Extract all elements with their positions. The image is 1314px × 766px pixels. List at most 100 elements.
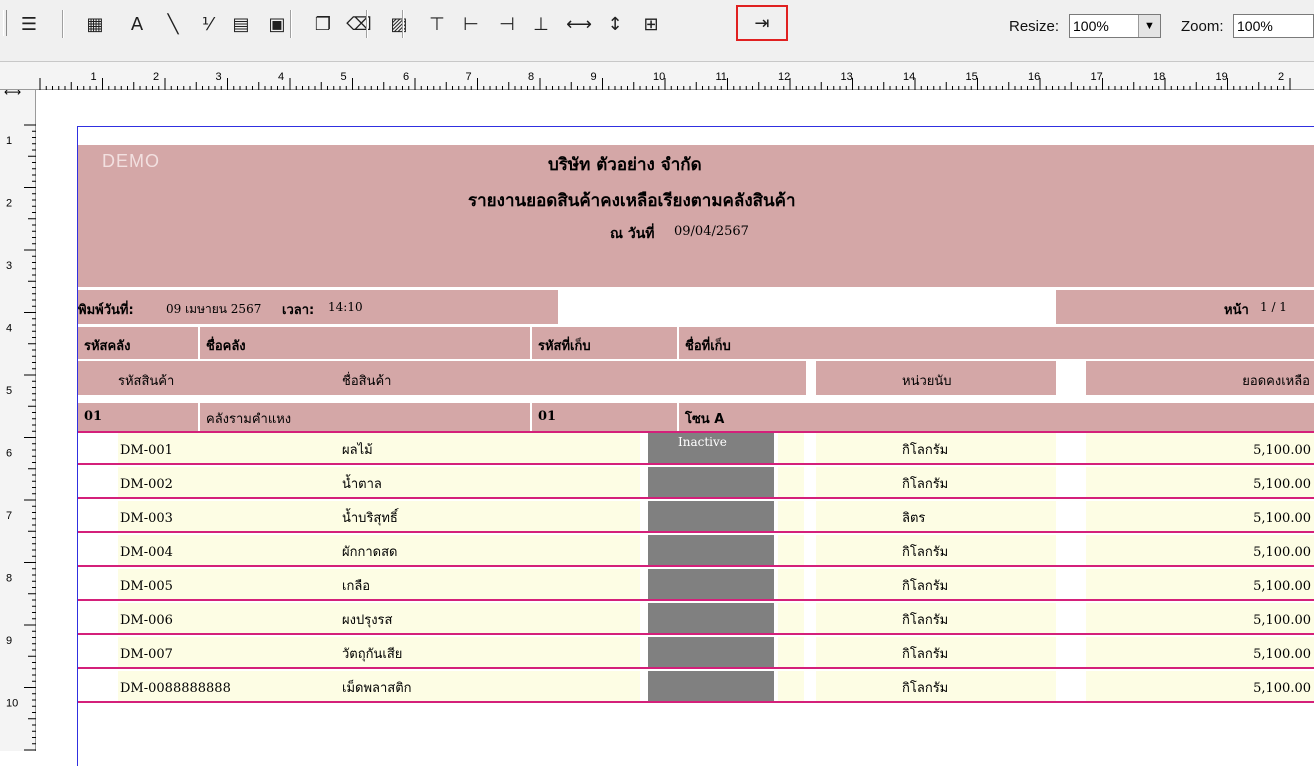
align-right-button[interactable]: ⊣ bbox=[492, 10, 522, 38]
database-field-button[interactable]: ▤ bbox=[226, 10, 256, 38]
row-status-box[interactable] bbox=[648, 501, 774, 531]
row-product-name: ผักกาดสด bbox=[342, 545, 398, 560]
text-button[interactable]: A bbox=[122, 10, 152, 38]
copy-button[interactable]: ❐ bbox=[308, 10, 338, 38]
as-of-band[interactable]: ณ วันที่ 09/04/2567 bbox=[78, 215, 1314, 249]
row-gap-bg bbox=[778, 569, 804, 599]
header-warehouse-name[interactable]: ชื่อคลัง bbox=[200, 327, 530, 359]
table-button[interactable]: ▦ bbox=[80, 10, 110, 38]
empty-cell[interactable] bbox=[562, 290, 1052, 324]
image-icon: ▣ bbox=[268, 13, 286, 35]
ruler-number: 13 bbox=[841, 71, 853, 83]
header-warehouse-code[interactable]: รหัสคลัง bbox=[78, 327, 198, 359]
row-unit: กิโลกรัม bbox=[902, 443, 949, 458]
copy-icon: ❐ bbox=[314, 13, 332, 35]
eraser-button[interactable]: ⌫ bbox=[344, 10, 374, 38]
table-icon: ▦ bbox=[86, 13, 104, 35]
header-gap-1 bbox=[806, 361, 816, 395]
header-location-code[interactable]: รหัสที่เก็บ bbox=[532, 327, 677, 359]
company-band[interactable]: DEMO บริษัท ตัวอย่าง จำกัด bbox=[78, 145, 1314, 181]
toolbar-separator bbox=[402, 10, 404, 38]
same-width-icon: ⟷ bbox=[566, 13, 592, 35]
header-warehouse-name-label: ชื่อคลัง bbox=[206, 339, 246, 354]
row-status-box[interactable] bbox=[648, 569, 774, 599]
exit-button[interactable]: ⇥ bbox=[736, 5, 788, 41]
header-location-name[interactable]: ชื่อที่เก็บ bbox=[679, 327, 1314, 359]
designer-toolbar: ☰ ▦ A ╲ ⅟ ▤ ▣ ❐ ⌫ ▨ ⊤ ⊢ ⊣ ⊥ ⟷ ↕ ⊞ ⇥ Resize: 100% ▼ Zoom: … bbox=[0, 0, 1314, 62]
row-status-box[interactable] bbox=[648, 467, 774, 497]
vertical-ruler[interactable]: 1 2 3 4 5 6 7 8 9 10 ⟷ bbox=[0, 90, 36, 751]
line-button[interactable]: ╲ bbox=[158, 10, 188, 38]
row-status-box[interactable] bbox=[648, 671, 774, 701]
demo-watermark: DEMO bbox=[102, 151, 160, 171]
row-balance: 5,100.00 bbox=[1253, 477, 1311, 492]
row-balance: 5,100.00 bbox=[1253, 545, 1311, 560]
resize-combo[interactable]: 100% ▼ bbox=[1069, 14, 1161, 38]
ruler-number: 2 bbox=[6, 198, 12, 210]
group-location-name[interactable]: โซน A bbox=[679, 403, 1314, 431]
row-balance: 5,100.00 bbox=[1253, 647, 1311, 662]
row-balance: 5,100.00 bbox=[1253, 681, 1311, 696]
row-balance: 5,100.00 bbox=[1253, 443, 1311, 458]
group-warehouse-code-text: 01 bbox=[84, 409, 103, 424]
print-time-value: 14:10 bbox=[328, 300, 363, 314]
row-product-bg[interactable] bbox=[118, 569, 640, 599]
row-line bbox=[78, 599, 1314, 601]
image-button[interactable]: ▣ bbox=[262, 10, 292, 38]
line-icon: ╲ bbox=[167, 13, 179, 35]
properties-button[interactable]: ☰ bbox=[14, 10, 44, 38]
ruler-margin-marker-icon[interactable]: ⟷ bbox=[4, 90, 21, 99]
group-warehouse-code[interactable]: 01 bbox=[78, 403, 198, 431]
report-title: รายงานยอดสินค้าคงเหลือเรียงตามคลังสินค้า bbox=[468, 191, 796, 211]
header-product[interactable]: รหัสสินค้า ชื่อสินค้า bbox=[78, 361, 806, 395]
row-unit: ลิตร bbox=[902, 511, 926, 526]
same-height-icon: ↕ bbox=[607, 13, 623, 35]
page-number-cell[interactable]: หน้า 1 / 1 bbox=[1056, 290, 1314, 324]
ruler-number: 8 bbox=[528, 71, 534, 83]
blank-band[interactable] bbox=[78, 249, 1314, 287]
same-width-button[interactable]: ⟷ bbox=[564, 10, 594, 38]
ruler-number: 7 bbox=[6, 510, 12, 522]
row-gap-bg bbox=[778, 671, 804, 701]
header-unit-label: หน่วยนับ bbox=[902, 374, 952, 389]
row-status-box[interactable] bbox=[648, 637, 774, 667]
ruler-number: 3 bbox=[216, 71, 222, 83]
row-status-box[interactable] bbox=[648, 535, 774, 565]
align-bottom-icon: ⊥ bbox=[533, 13, 549, 35]
print-date-label: พิมพ์วันที่: bbox=[78, 303, 134, 318]
align-bottom-button[interactable]: ⊥ bbox=[526, 10, 556, 38]
align-top-button[interactable]: ⊤ bbox=[422, 10, 452, 38]
zoom-combo[interactable]: 100% bbox=[1233, 14, 1314, 38]
toolbar-grip[interactable] bbox=[3, 10, 7, 36]
same-height-button[interactable]: ↕ bbox=[600, 10, 630, 38]
toolbar-separator bbox=[62, 10, 64, 38]
report-title-band[interactable]: รายงานยอดสินค้าคงเหลือเรียงตามคลังสินค้า bbox=[78, 181, 1314, 215]
ruler-number: 19 bbox=[1216, 71, 1228, 83]
horizontal-ruler[interactable]: 1 2 3 4 5 6 7 8 9 10 11 12 13 14 15 16 17 18 19 2 bbox=[0, 62, 1314, 90]
same-size-button[interactable]: ⊞ bbox=[636, 10, 666, 38]
row-gap-bg bbox=[778, 467, 804, 497]
align-left-button[interactable]: ⊢ bbox=[456, 10, 486, 38]
group-warehouse-name[interactable]: คลังรามคำแหง bbox=[200, 403, 530, 431]
row-line bbox=[78, 565, 1314, 567]
row-product-code: DM-002 bbox=[120, 477, 173, 492]
header-unit[interactable]: หน่วยนับ bbox=[816, 361, 1056, 395]
row-unit-bg[interactable] bbox=[816, 501, 1056, 531]
formula-button[interactable]: ⅟ bbox=[192, 10, 222, 38]
edit-image-icon: ▨ bbox=[390, 13, 408, 35]
row-product-bg[interactable] bbox=[118, 433, 640, 463]
ruler-number: 15 bbox=[966, 71, 978, 83]
row-product-name: น้ำตาล bbox=[342, 477, 382, 492]
design-canvas[interactable]: DEMO บริษัท ตัวอย่าง จำกัด รายงานยอดสินค… bbox=[37, 91, 1314, 766]
edit-image-button[interactable]: ▨ bbox=[384, 10, 414, 38]
row-unit: กิโลกรัม bbox=[902, 545, 949, 560]
resize-dropdown-icon[interactable]: ▼ bbox=[1138, 15, 1160, 37]
print-date-cell[interactable]: พิมพ์วันที่: 09 เมษายน 2567 เวลา: 14:10 bbox=[78, 290, 558, 324]
text-icon: A bbox=[130, 13, 144, 35]
exit-icon: ⇥ bbox=[754, 12, 770, 34]
group-location-code[interactable]: 01 bbox=[532, 403, 677, 431]
ruler-number: 6 bbox=[6, 448, 12, 460]
header-balance[interactable]: ยอดคงเหลือ bbox=[1086, 361, 1314, 395]
as-of-date: 09/04/2567 bbox=[674, 224, 749, 239]
row-status-box[interactable] bbox=[648, 603, 774, 633]
